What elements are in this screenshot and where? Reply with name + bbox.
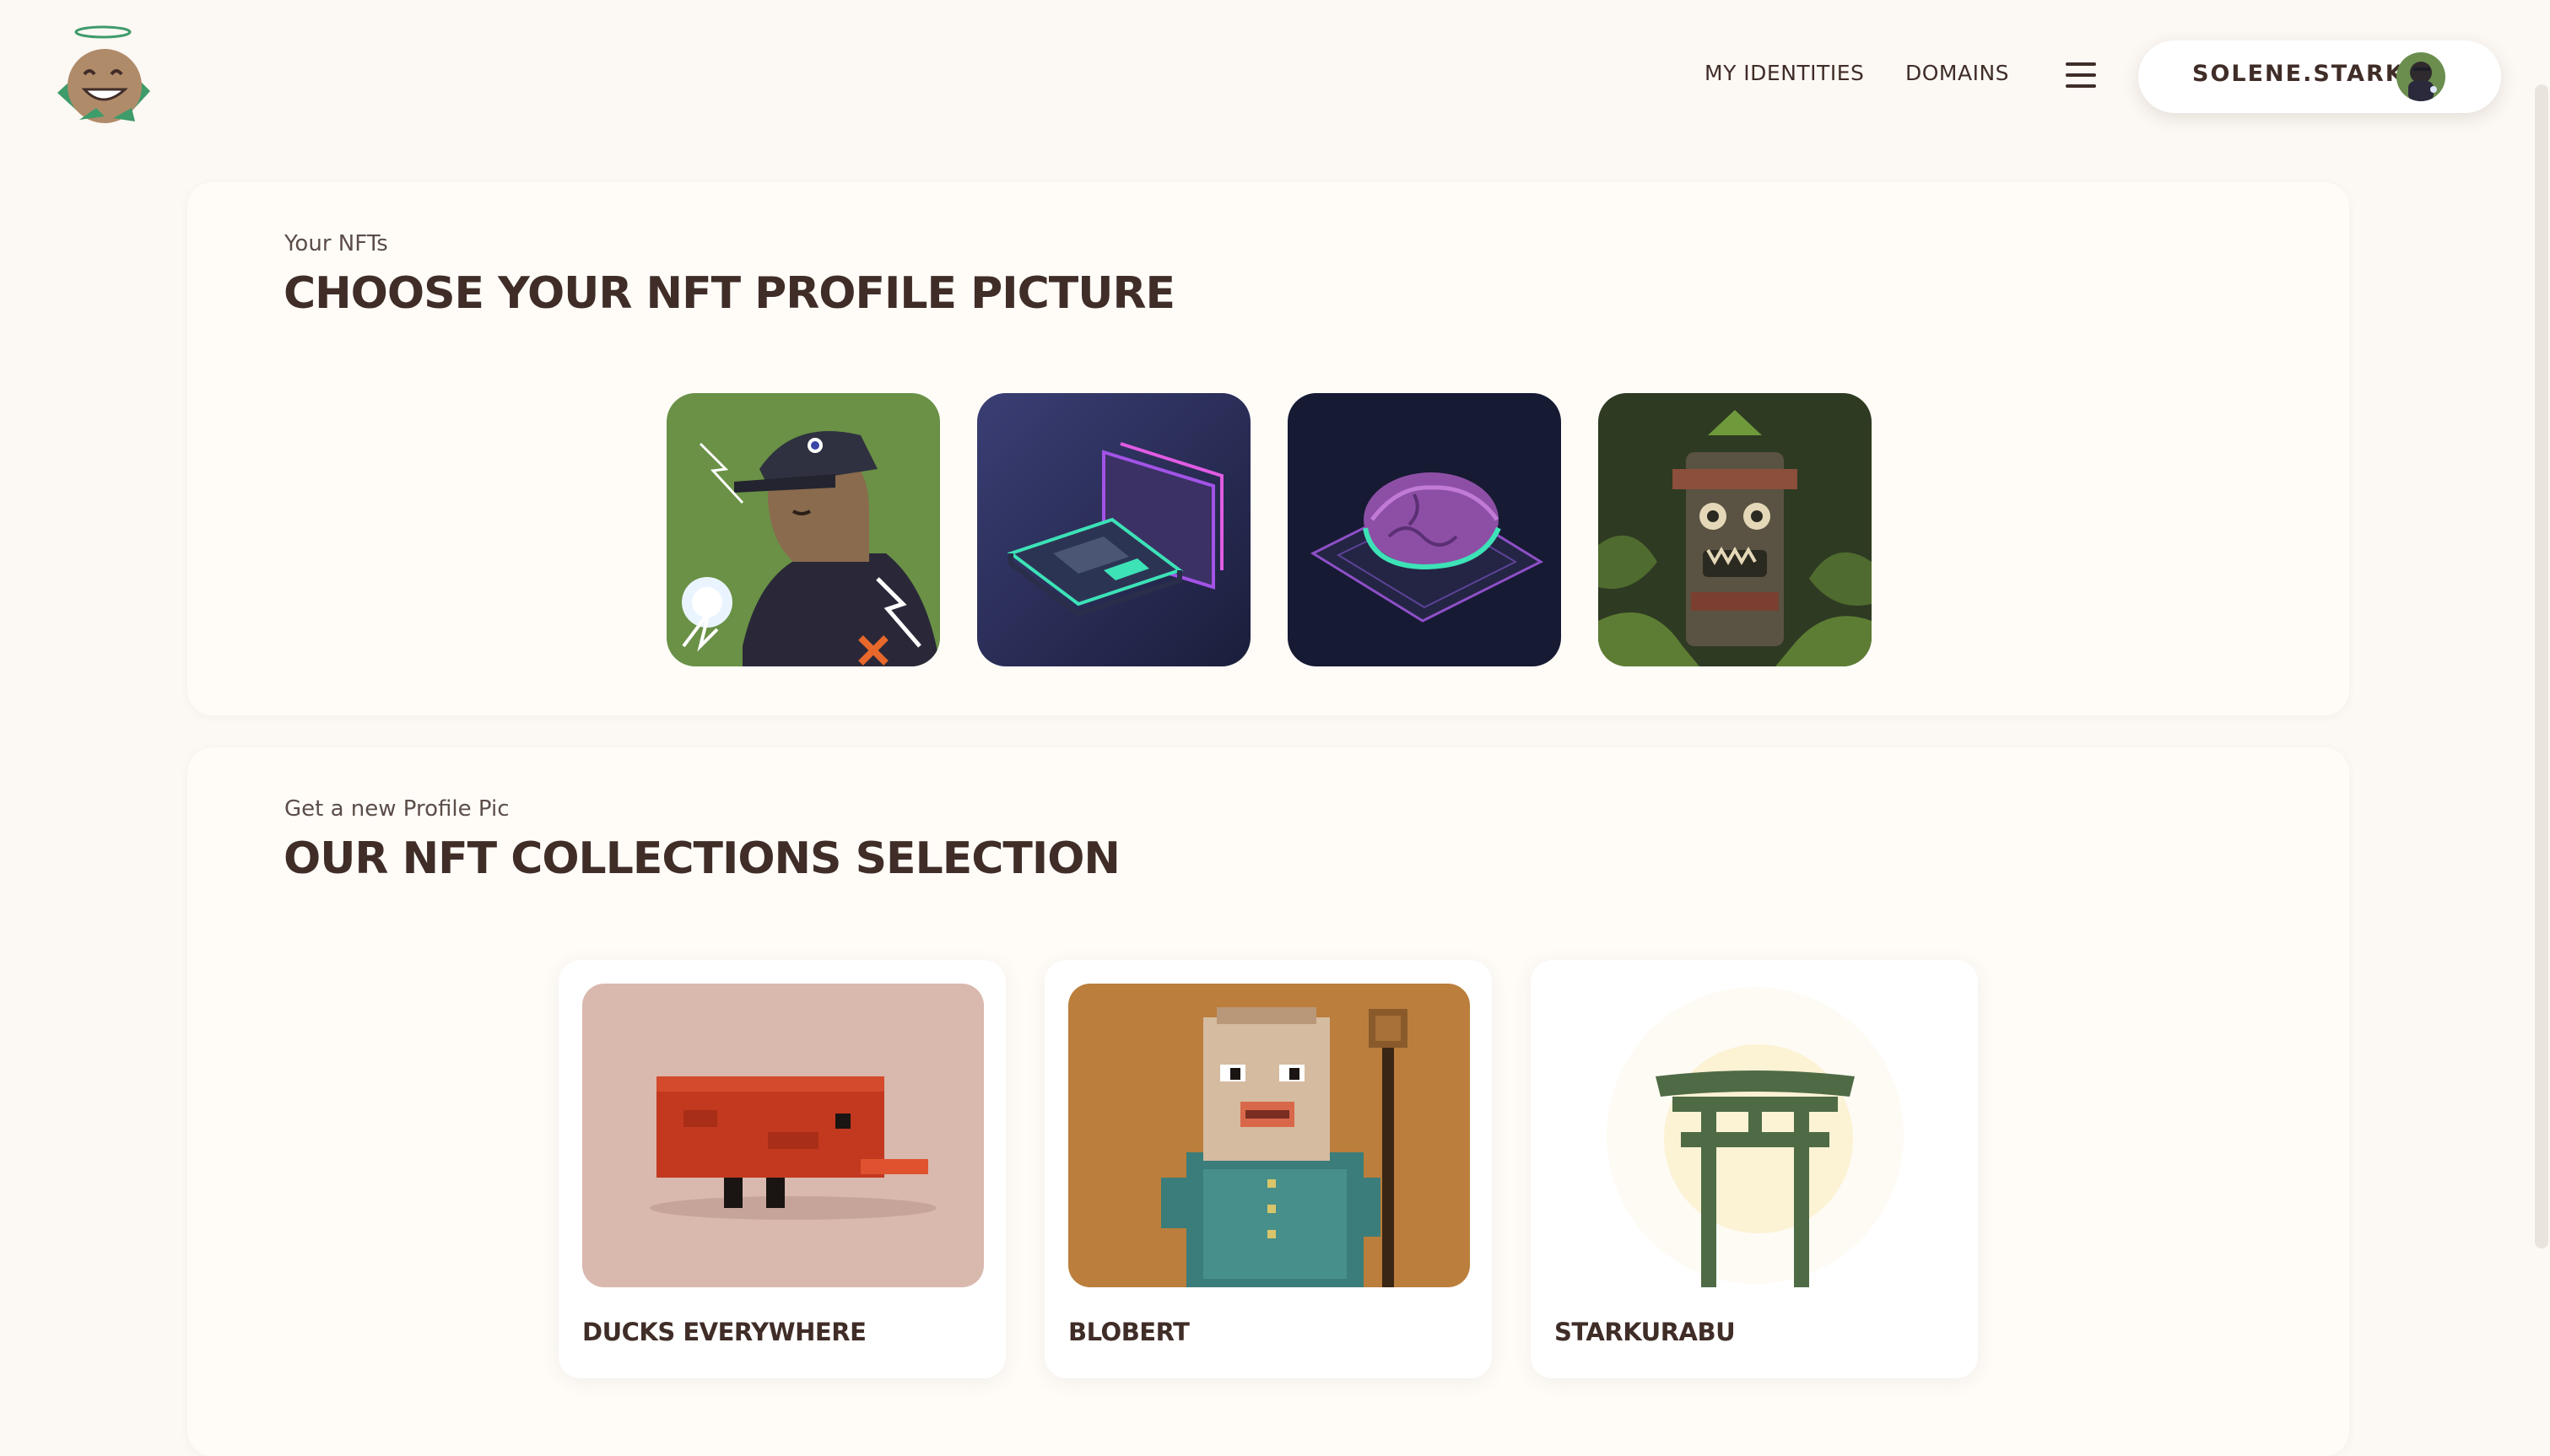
- nft-thumb-lightning-character[interactable]: [667, 393, 940, 666]
- user-name: SOLENE.STARK: [2192, 61, 2405, 87]
- user-avatar-icon: [2396, 52, 2445, 101]
- nav-domains-link[interactable]: DOMAINS: [1905, 61, 2009, 85]
- your-nfts-subtitle: Your NFTs: [284, 231, 388, 256]
- starknet-id-logo-icon[interactable]: [42, 20, 169, 138]
- page-scrollbar[interactable]: [2535, 84, 2548, 1248]
- collections-title: OUR NFT COLLECTIONS SELECTION: [284, 833, 1121, 884]
- navbar: MY IDENTITIES DOMAINS SOLENE.STARK: [0, 0, 2550, 152]
- collections-subtitle: Get a new Profile Pic: [284, 796, 510, 822]
- nft-thumb-isometric-wallet[interactable]: [977, 393, 1251, 666]
- user-account-button[interactable]: SOLENE.STARK: [2138, 40, 2501, 113]
- nft-thumb-jungle-totem[interactable]: [1598, 393, 1872, 666]
- nft-lightning-character-icon: [667, 393, 940, 666]
- collection-card-ducks-everywhere[interactable]: DUCKS EVERYWHERE: [559, 960, 1006, 1378]
- nav-my-identities-link[interactable]: MY IDENTITIES: [1705, 61, 1864, 85]
- nft-jungle-totem-icon: [1598, 393, 1872, 666]
- collection-card-blobert[interactable]: BLOBERT: [1045, 960, 1492, 1378]
- pixel-duck-icon: [582, 984, 984, 1287]
- your-nfts-card: Your NFTs CHOOSE YOUR NFT PROFILE PICTUR…: [187, 182, 2349, 715]
- collection-name: BLOBERT: [1068, 1318, 1190, 1346]
- nft-collections-card: Get a new Profile Pic OUR NFT COLLECTION…: [187, 747, 2349, 1456]
- nft-isometric-wallet-icon: [977, 393, 1251, 666]
- nft-thumb-isometric-brain[interactable]: [1288, 393, 1561, 666]
- torii-gate-icon: [1554, 984, 1956, 1287]
- choose-nft-title: CHOOSE YOUR NFT PROFILE PICTURE: [284, 268, 1175, 319]
- nft-isometric-brain-icon: [1288, 393, 1561, 666]
- pixel-blobert-icon: [1068, 984, 1470, 1287]
- hamburger-menu-icon[interactable]: [2066, 61, 2099, 91]
- collection-name: STARKURABU: [1554, 1318, 1736, 1346]
- collection-name: DUCKS EVERYWHERE: [582, 1318, 867, 1346]
- collection-card-starkurabu[interactable]: STARKURABU: [1531, 960, 1978, 1378]
